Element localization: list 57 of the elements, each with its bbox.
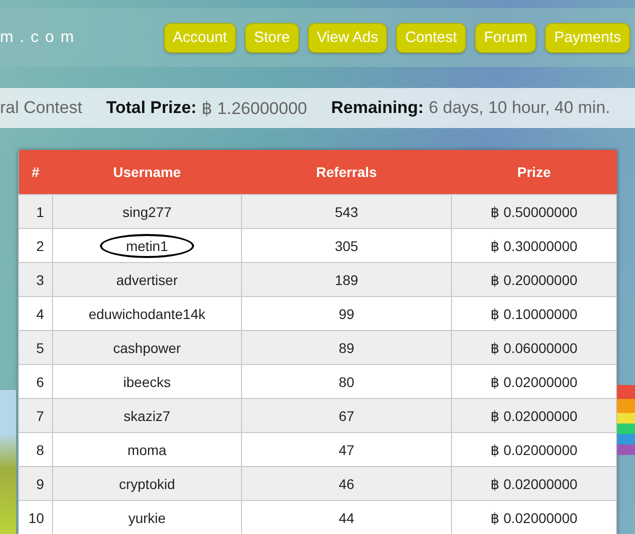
prize-cell: ฿ 0.02000000 (452, 432, 616, 466)
site-logo-text: m . c o m (0, 28, 76, 46)
total-prize-value: ฿ 1.26000000 (202, 98, 308, 118)
prize-cell: ฿ 0.20000000 (452, 262, 616, 296)
prize-cell: ฿ 0.02000000 (452, 364, 616, 398)
username-cell: sing277 (52, 194, 242, 228)
circled-username: metin1 (100, 234, 194, 258)
referrals-cell: 80 (242, 364, 452, 398)
prize-cell: ฿ 0.02000000 (452, 398, 616, 432)
prize-cell: ฿ 0.02000000 (452, 500, 616, 534)
nav-button[interactable]: Payments (545, 22, 630, 52)
rank-cell: 8 (18, 432, 52, 466)
rank-cell: 3 (18, 262, 52, 296)
rank-cell: 6 (18, 364, 52, 398)
nav-button[interactable]: Forum (474, 22, 536, 52)
referrals-cell: 67 (242, 398, 452, 432)
referrals-cell: 543 (242, 194, 452, 228)
username-cell: advertiser (52, 262, 242, 296)
referrals-cell: 46 (242, 466, 452, 500)
referrals-cell: 305 (242, 228, 452, 262)
rank-cell: 7 (18, 398, 52, 432)
referrals-cell: 44 (242, 500, 452, 534)
remaining-label: Remaining: (331, 98, 424, 118)
nav-button[interactable]: View Ads (308, 22, 388, 52)
rank-cell: 10 (18, 500, 52, 534)
username-cell: yurkie (52, 500, 242, 534)
username-cell: eduwichodante14k (52, 296, 242, 330)
username-cell: cryptokid (52, 466, 242, 500)
column-header: Prize (452, 150, 616, 194)
prize-cell: ฿ 0.06000000 (452, 330, 616, 364)
column-header: Referrals (242, 150, 452, 194)
column-header: # (18, 150, 52, 194)
referrals-cell: 99 (242, 296, 452, 330)
rank-cell: 5 (18, 330, 52, 364)
nav-button[interactable]: Account (164, 22, 236, 52)
rank-cell: 2 (18, 228, 52, 262)
username-cell: ibeecks (52, 364, 242, 398)
rank-cell: 1 (18, 194, 52, 228)
column-header: Username (52, 150, 242, 194)
username-cell: skaziz7 (52, 398, 242, 432)
rank-cell: 9 (18, 466, 52, 500)
rank-cell: 4 (18, 296, 52, 330)
username-cell: moma (52, 432, 242, 466)
contest-title: ral Contest (0, 98, 82, 118)
prize-cell: ฿ 0.30000000 (452, 228, 616, 262)
remaining-value: 6 days, 10 hour, 40 min. (428, 98, 610, 118)
rainbow-drawing (617, 385, 635, 455)
prize-cell: ฿ 0.02000000 (452, 466, 616, 500)
nav-button[interactable]: Store (244, 22, 299, 52)
total-prize-label: Total Prize: (106, 98, 197, 118)
prize-cell: ฿ 0.50000000 (452, 194, 616, 228)
referrals-cell: 47 (242, 432, 452, 466)
username-cell: cashpower (52, 330, 242, 364)
referrals-cell: 189 (242, 262, 452, 296)
prize-cell: ฿ 0.10000000 (452, 296, 616, 330)
referrals-cell: 89 (242, 330, 452, 364)
nav-button[interactable]: Contest (396, 22, 466, 52)
